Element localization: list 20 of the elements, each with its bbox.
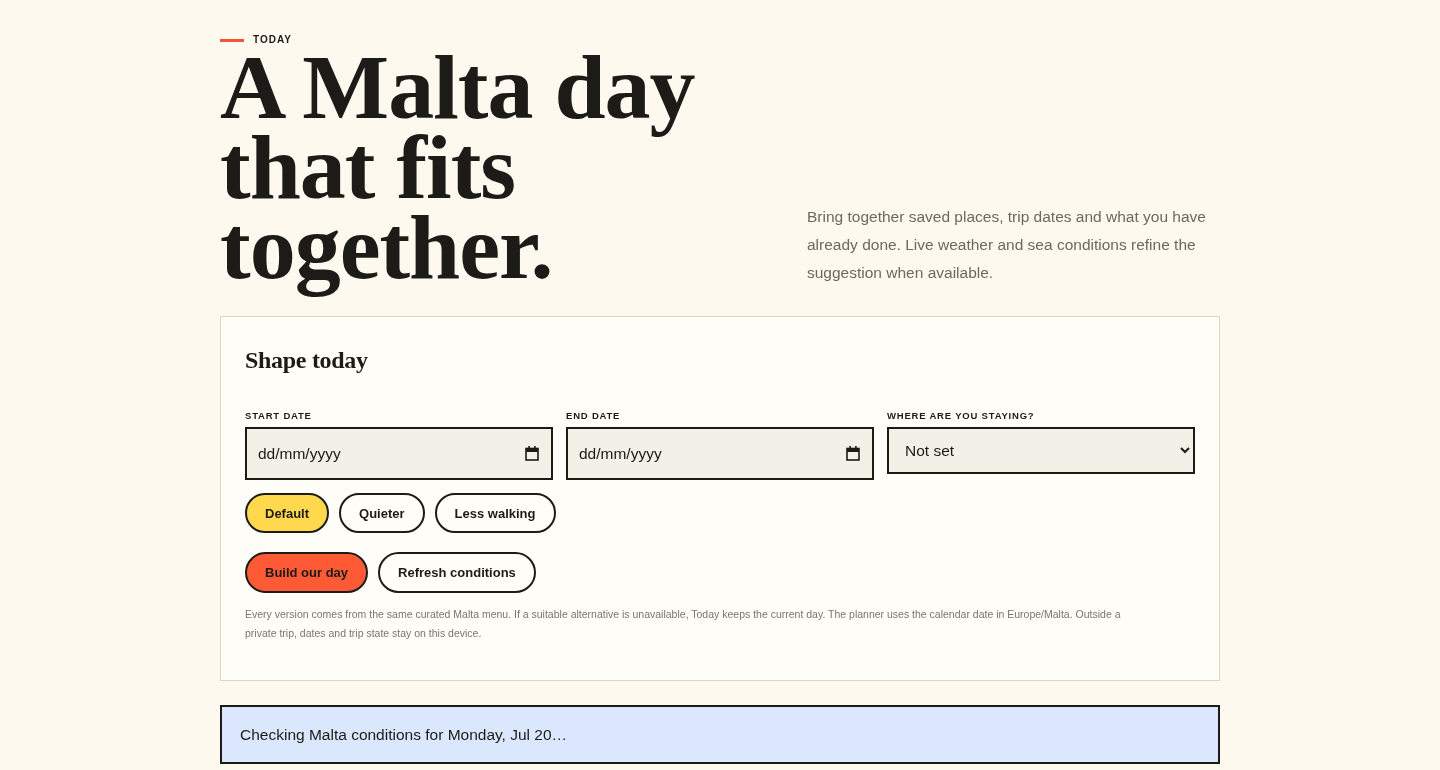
card-title: Shape today: [245, 346, 368, 375]
date-field[interactable]: dd/mm/yyyy: [245, 427, 553, 480]
build-button[interactable]: Build our day: [245, 552, 369, 593]
date-field[interactable]: dd/mm/yyyy: [566, 427, 874, 480]
field-label: START DATE: [245, 410, 312, 422]
intro-text: Bring together saved places, trip dates and what you have already done. Live weather and sea conditions refine the suggestion when available.: [807, 207, 1207, 283]
eyebrow-rule: [220, 38, 244, 42]
status-text: Checking Malta conditions for Monday, Jul 20…: [240, 725, 568, 744]
field-label: WHERE ARE YOU STAYING?: [887, 410, 1035, 422]
mode-chip[interactable]: Less walking: [434, 493, 556, 533]
mode-chip[interactable]: Default: [245, 493, 330, 533]
eyebrow-label: TODAY: [253, 34, 292, 46]
planner-note: Every version comes from the same curated Malta menu. If a suitable alternative is unavailable, Today keeps the current day. The planner uses the calendar date in Europe/Malta. Outside a private trip, dates and trip state stay on this device.: [245, 607, 1122, 641]
field-label: END DATE: [566, 410, 621, 422]
refresh-button[interactable]: Refresh conditions: [378, 552, 536, 593]
select-field[interactable]: Not set: [887, 427, 1195, 474]
mode-chip[interactable]: Quieter: [339, 493, 425, 533]
calendar-icon[interactable]: [846, 446, 860, 461]
calendar-icon[interactable]: [525, 446, 539, 461]
page-title: A Malta day that fits together.: [220, 47, 696, 300]
